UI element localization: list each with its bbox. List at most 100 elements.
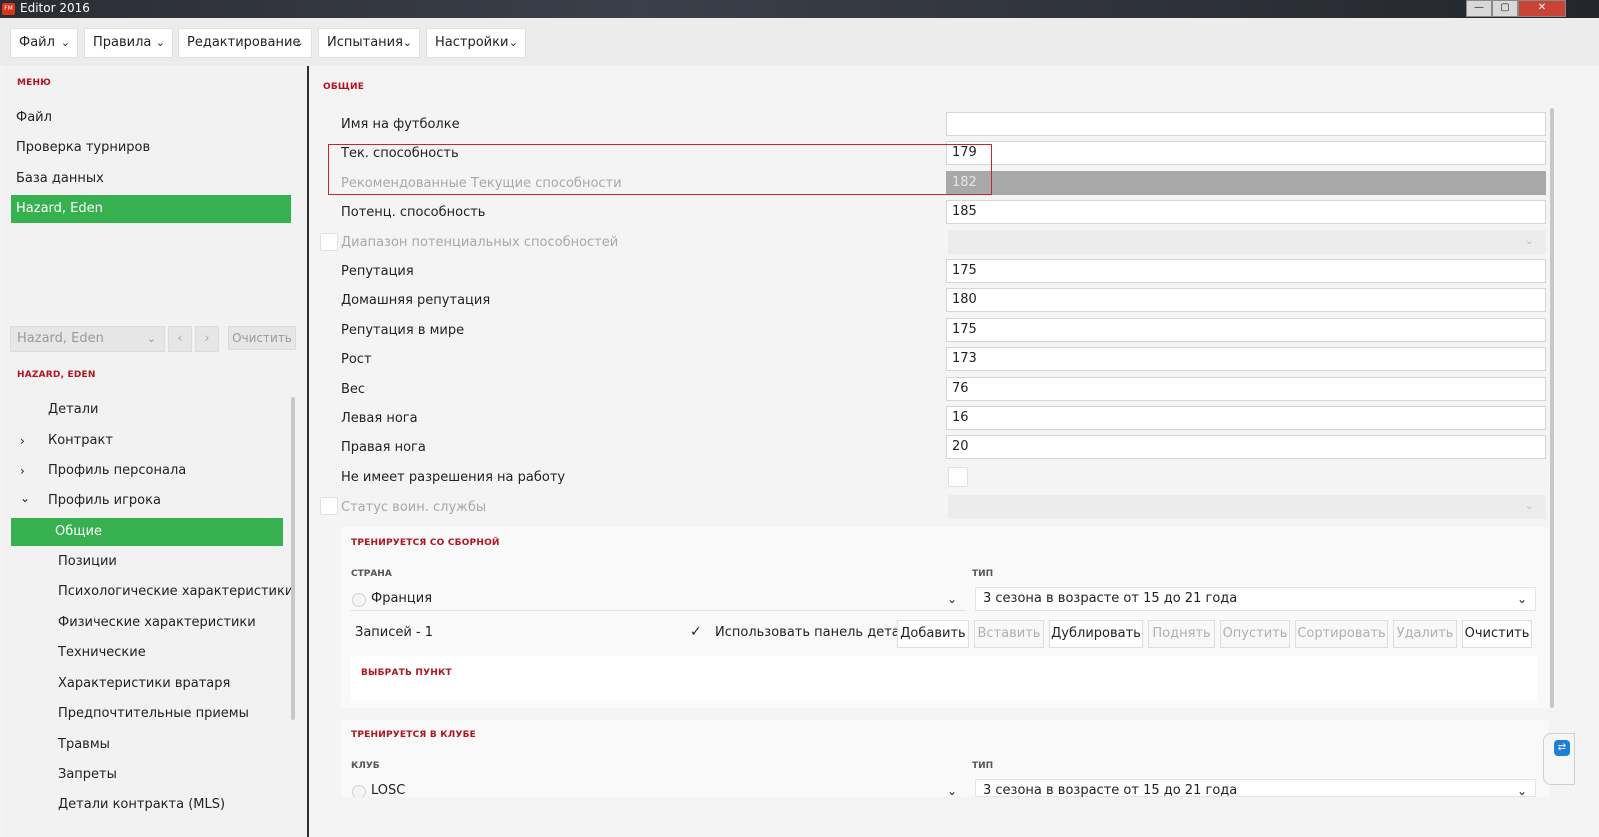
sidebar-item-file[interactable]: Файл bbox=[11, 104, 291, 132]
club-type-value: 3 сезона в возрасте от 15 до 21 года bbox=[983, 783, 1238, 798]
sidebar-item-player[interactable]: Hazard, Eden bbox=[11, 195, 291, 223]
tree-item-label: Профиль игрока bbox=[48, 493, 161, 508]
menu-settings[interactable]: Настройки ⌄ bbox=[426, 28, 526, 58]
window-title: Editor 2016 bbox=[20, 1, 90, 15]
move-down-button[interactable]: Опустить bbox=[1220, 620, 1290, 648]
tree-item-contract[interactable]: › Контракт bbox=[0, 427, 290, 455]
tree-item-mls-contract[interactable]: Детали контракта (MLS) bbox=[58, 791, 225, 819]
tree-item-label: Контракт bbox=[48, 433, 113, 448]
height-input[interactable]: 173 bbox=[946, 347, 1546, 371]
world-reputation-input[interactable]: 175 bbox=[946, 318, 1546, 342]
menu-bar: Файл ⌄ Правила ⌄ Редактирование ⌄ Испытания… bbox=[0, 18, 1599, 66]
tree-item-bans[interactable]: Запреты bbox=[58, 761, 117, 789]
pa-range-checkbox[interactable] bbox=[320, 233, 338, 251]
clear-button[interactable]: Очистить bbox=[1462, 620, 1532, 648]
tree-item-positions[interactable]: Позиции bbox=[58, 548, 117, 576]
weight-label: Вес bbox=[341, 382, 366, 397]
potential-ability-input[interactable]: 185 bbox=[946, 200, 1546, 224]
close-button[interactable]: ✕ bbox=[1518, 0, 1566, 17]
height-label: Рост bbox=[341, 352, 372, 367]
menu-tests[interactable]: Испытания ⌄ bbox=[318, 28, 420, 58]
home-reputation-label: Домашняя репутация bbox=[341, 293, 491, 308]
title-bar: FM Editor 2016 — ▢ ✕ bbox=[0, 0, 1599, 18]
tree-item-injuries[interactable]: Травмы bbox=[58, 731, 110, 759]
tree-item-staff-profile[interactable]: › Профиль персонала bbox=[0, 457, 290, 485]
prev-button[interactable]: ‹ bbox=[168, 326, 192, 352]
menu-file-label: Файл bbox=[19, 35, 55, 50]
sidebar-item-tournament-check[interactable]: Проверка турниров bbox=[11, 134, 291, 162]
club-training-title: ТРЕНИРУЕТСЯ В КЛУБЕ bbox=[351, 730, 477, 740]
home-reputation-input[interactable]: 180 bbox=[946, 288, 1546, 312]
right-foot-label: Правая нога bbox=[341, 440, 426, 455]
work-permit-checkbox[interactable] bbox=[948, 467, 968, 487]
national-type-select[interactable]: 3 сезона в возрасте от 15 до 21 года ⌄ bbox=[975, 587, 1536, 611]
chevron-down-icon: ⌄ bbox=[155, 36, 165, 49]
tree-item-technical[interactable]: Технические bbox=[58, 639, 146, 667]
right-foot-input[interactable]: 20 bbox=[946, 435, 1546, 459]
sidebar-scrollbar[interactable] bbox=[291, 397, 295, 720]
select-item-area bbox=[351, 656, 1537, 700]
weight-input[interactable]: 76 bbox=[946, 377, 1546, 401]
menu-rules[interactable]: Правила ⌄ bbox=[84, 28, 173, 58]
world-reputation-label: Репутация в мире bbox=[341, 323, 465, 338]
tree-item-label: Детали bbox=[48, 402, 99, 417]
use-details-checkbox[interactable]: ✓ bbox=[690, 624, 706, 640]
country-value: Франция bbox=[371, 591, 433, 606]
chevron-down-icon: ⌄ bbox=[946, 592, 957, 606]
chevron-down-icon: ⌄ bbox=[294, 36, 304, 49]
pa-range-label: Диапазон потенциальных способностей bbox=[341, 235, 619, 250]
records-count: Записей - 1 bbox=[355, 625, 434, 640]
chevron-down-icon: ⌄ bbox=[20, 491, 31, 505]
menu-settings-label: Настройки bbox=[435, 35, 509, 50]
minimize-button[interactable]: — bbox=[1466, 0, 1492, 17]
menu-file[interactable]: Файл ⌄ bbox=[10, 28, 78, 58]
next-button[interactable]: › bbox=[195, 326, 219, 352]
reputation-input[interactable]: 175 bbox=[946, 259, 1546, 283]
military-status-checkbox[interactable] bbox=[320, 497, 338, 515]
delete-button[interactable]: Удалить bbox=[1393, 620, 1457, 648]
menu-section-label: МЕНЮ bbox=[17, 78, 52, 88]
shirt-name-input[interactable] bbox=[946, 112, 1546, 136]
insert-button[interactable]: Вставить bbox=[974, 620, 1044, 648]
duplicate-button[interactable]: Дублировать bbox=[1049, 620, 1143, 648]
club-type-select[interactable]: 3 сезона в возрасте от 15 до 21 года ⌄ bbox=[975, 779, 1536, 798]
left-foot-input[interactable]: 16 bbox=[946, 406, 1546, 430]
country-status-icon bbox=[352, 593, 366, 607]
national-training-title: ТРЕНИРУЕТСЯ СО СБОРНОЙ bbox=[351, 538, 500, 548]
add-button[interactable]: Добавить bbox=[897, 620, 969, 648]
tree-item-player-profile[interactable]: ⌄ Профиль игрока bbox=[0, 487, 290, 515]
use-details-label: Использовать панель деталей bbox=[715, 625, 925, 640]
tree-item-goalkeeping[interactable]: Характеристики вратаря bbox=[58, 670, 230, 698]
sort-button[interactable]: Сортировать bbox=[1295, 620, 1388, 648]
chevron-down-icon: ⌄ bbox=[402, 36, 412, 49]
sidebar-clear-button[interactable]: Очистить bbox=[228, 326, 296, 350]
tree-item-label: Профиль персонала bbox=[48, 463, 187, 478]
app-icon: FM bbox=[2, 3, 15, 15]
player-search-value: Hazard, Eden bbox=[17, 331, 104, 346]
tree-item-mental[interactable]: Психологические характеристики bbox=[58, 578, 293, 606]
sidebar-item-database[interactable]: База данных bbox=[11, 165, 291, 193]
chevron-right-icon: › bbox=[20, 464, 25, 478]
maximize-button[interactable]: ▢ bbox=[1492, 0, 1518, 17]
player-search-select[interactable]: Hazard, Eden ⌄ bbox=[10, 326, 165, 352]
military-status-select[interactable]: ⌄ bbox=[948, 495, 1546, 519]
menu-edit-label: Редактирование bbox=[187, 35, 301, 50]
tree-item-physical[interactable]: Физические характеристики bbox=[58, 609, 256, 637]
chevron-down-icon: ⌄ bbox=[1524, 499, 1534, 512]
country-column-header: СТРАНА bbox=[351, 569, 392, 579]
main-scrollbar[interactable] bbox=[1550, 108, 1554, 708]
club-column-header: КЛУБ bbox=[351, 761, 380, 771]
current-ability-input[interactable]: 179 bbox=[946, 141, 1546, 165]
tree-item-preferred-moves[interactable]: Предпочтительные приемы bbox=[58, 700, 249, 728]
country-select[interactable]: Франция ⌄ bbox=[350, 587, 966, 611]
club-select[interactable]: LOSC ⌄ bbox=[350, 779, 966, 799]
pa-range-select[interactable]: ⌄ bbox=[948, 230, 1546, 254]
tree-item-details[interactable]: Детали bbox=[48, 396, 98, 424]
tree-item-general[interactable]: Общие bbox=[11, 518, 283, 546]
menu-edit[interactable]: Редактирование ⌄ bbox=[178, 28, 312, 58]
teamviewer-widget[interactable]: ⇄ bbox=[1543, 733, 1575, 785]
chevron-left-icon: ‹ bbox=[177, 331, 183, 346]
chevron-down-icon: ⌄ bbox=[1524, 234, 1534, 247]
move-up-button[interactable]: Поднять bbox=[1148, 620, 1215, 648]
general-section-label: ОБЩИЕ bbox=[323, 82, 365, 92]
